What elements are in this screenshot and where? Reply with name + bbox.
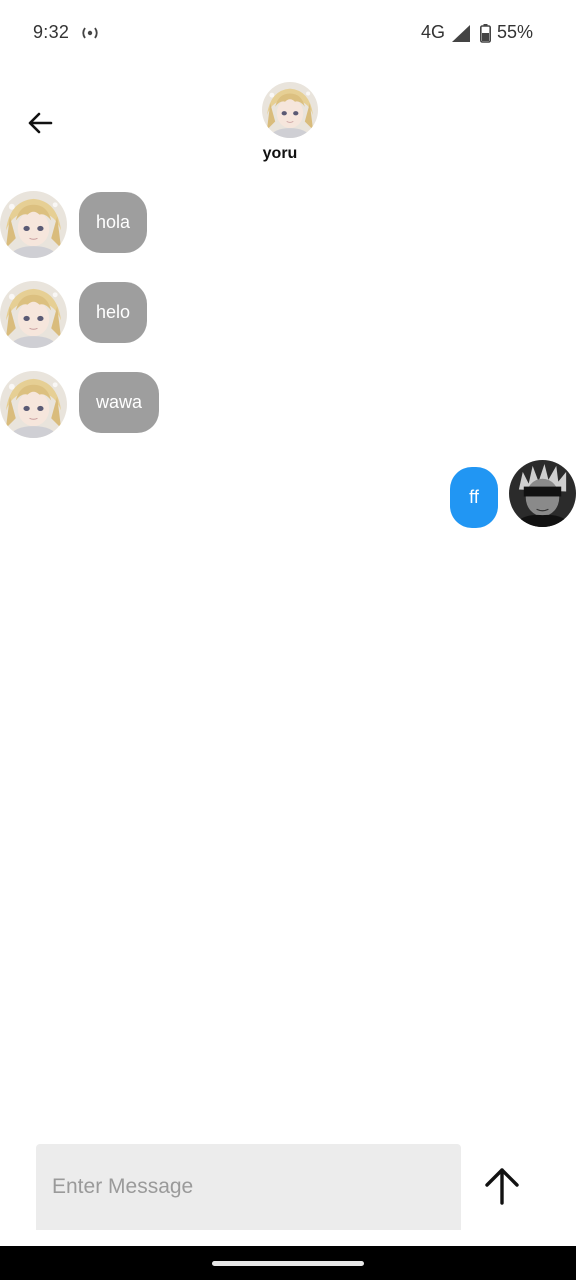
status-bar: 9:32 4G 55% [0,0,576,68]
sender-avatar[interactable] [0,191,67,258]
arrow-up-icon [482,1166,522,1211]
home-gesture-handle[interactable] [212,1261,364,1266]
message-bubble-received[interactable]: hola [79,192,148,253]
back-button[interactable] [20,105,60,145]
sender-avatar[interactable] [0,371,67,438]
battery-level: 55% [497,22,534,42]
status-time: 9:32 [33,22,70,42]
message-input[interactable] [36,1144,461,1230]
arrow-left-icon [27,111,53,140]
contact-name: yoru [262,145,298,162]
network-type: 4G [421,22,446,42]
message-bubble-received[interactable]: helo [79,282,148,343]
send-button[interactable] [478,1164,526,1212]
hotspot-icon [80,25,100,46]
sender-avatar[interactable] [0,281,67,348]
navigation-bar [0,1246,576,1280]
contact-avatar[interactable] [262,82,318,138]
battery-icon [480,24,491,48]
own-avatar[interactable] [509,460,576,527]
message-bubble-received[interactable]: wawa [79,372,160,433]
signal-icon [452,25,470,47]
message-bubble-sent[interactable]: ff [450,467,498,528]
